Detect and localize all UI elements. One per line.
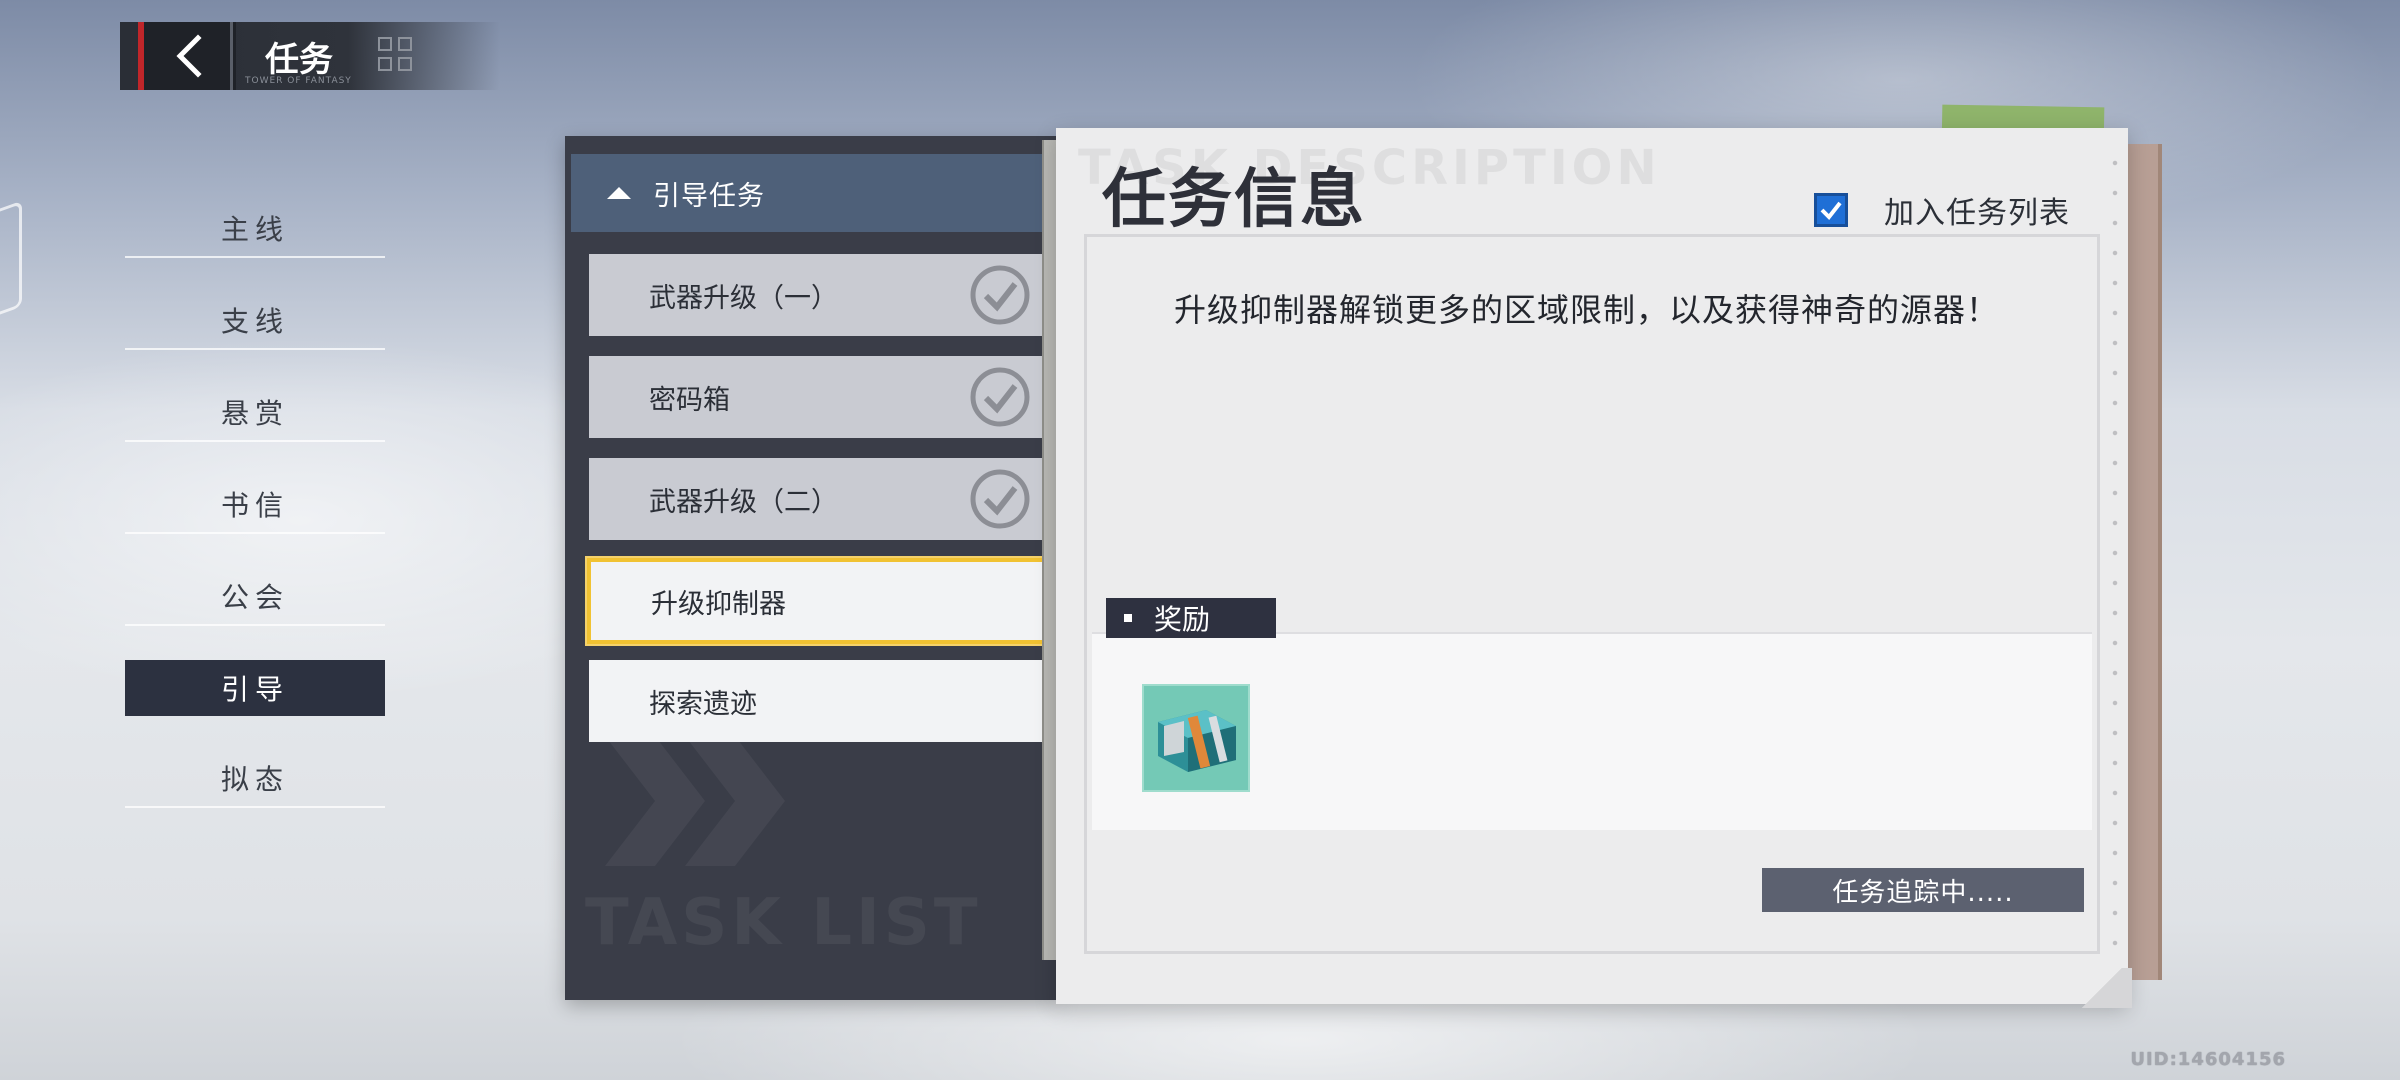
task-item-explore-ruins[interactable]: 探索遗迹 — [589, 660, 1053, 742]
reward-box — [1092, 632, 2092, 830]
tracking-status-button[interactable]: 任务追踪中..... — [1762, 868, 2084, 912]
completed-check-icon — [970, 265, 1030, 325]
checkmark-icon — [1820, 201, 1842, 221]
track-checkbox[interactable] — [1814, 193, 1848, 227]
nav-item-main[interactable]: 主线 — [125, 200, 385, 258]
supply-box-icon — [1144, 686, 1248, 790]
reward-label-tag: 奖励 — [1106, 598, 1276, 638]
track-label: 加入任务列表 — [1884, 196, 2070, 231]
nav-item-side[interactable]: 支线 — [125, 292, 385, 350]
nav-item-guild[interactable]: 公会 — [125, 568, 385, 626]
back-button[interactable] — [138, 22, 236, 90]
nav-item-simulacra[interactable]: 拟态 — [125, 750, 385, 808]
nav-item-bounty[interactable]: 悬赏 — [125, 384, 385, 442]
chevron-decoration — [605, 736, 785, 866]
top-bar: 任务 TOWER OF FANTASY — [120, 22, 500, 90]
task-label: 升级抑制器 — [651, 588, 786, 620]
category-header-label: 引导任务 — [653, 180, 765, 212]
task-label: 密码箱 — [649, 384, 730, 416]
task-item-password-box[interactable]: 密码箱 — [589, 356, 1053, 438]
player-uid: UID:14604156 — [2130, 1049, 2286, 1070]
nav-item-guide[interactable]: 引导 — [125, 660, 385, 716]
reward-label: 奖励 — [1154, 603, 1211, 636]
page-corner-fold — [2072, 968, 2132, 1008]
grid-menu-icon[interactable] — [378, 37, 416, 75]
task-info-card: TASK DESCRIPTION 任务信息 加入任务列表 升级抑制器解锁更多的区… — [1056, 128, 2132, 1008]
task-label: 探索遗迹 — [649, 688, 757, 720]
collapse-arrow-icon — [607, 187, 631, 199]
task-item-weapon-upgrade-2[interactable]: 武器升级（二） — [589, 458, 1053, 540]
nav-item-letters[interactable]: 书信 — [125, 476, 385, 534]
category-nav: 主线 支线 悬赏 书信 公会 引导 拟态 — [125, 200, 385, 842]
task-label: 武器升级（二） — [649, 486, 838, 518]
info-inner-frame — [1084, 234, 2100, 954]
game-logo-text: TOWER OF FANTASY — [245, 76, 352, 86]
task-item-weapon-upgrade-1[interactable]: 武器升级（一） — [589, 254, 1053, 336]
info-title: 任务信息 — [1102, 163, 1366, 237]
binding-dots-decoration — [2110, 148, 2120, 968]
category-header-guide[interactable]: 引导任务 — [571, 154, 1055, 232]
edge-hex-decoration — [0, 200, 22, 326]
task-list-panel: TASK LIST 引导任务 武器升级（一） 密码箱 武器升级（二） 升级抑制器… — [565, 136, 1060, 1000]
back-arrow-icon — [176, 34, 202, 78]
task-label: 武器升级（一） — [649, 282, 838, 314]
add-to-task-list-toggle[interactable]: 加入任务列表 — [1814, 188, 2070, 232]
reward-item[interactable] — [1142, 684, 1250, 792]
task-list-watermark: TASK LIST — [585, 886, 982, 960]
bullet-square — [1124, 614, 1132, 622]
task-description: 升级抑制器解锁更多的区域限制，以及获得神奇的源器！ — [1174, 291, 2000, 329]
page-title: 任务 — [265, 40, 333, 80]
completed-check-icon — [970, 469, 1030, 529]
task-item-upgrade-suppressor[interactable]: 升级抑制器 — [587, 558, 1055, 644]
completed-check-icon — [970, 367, 1030, 427]
